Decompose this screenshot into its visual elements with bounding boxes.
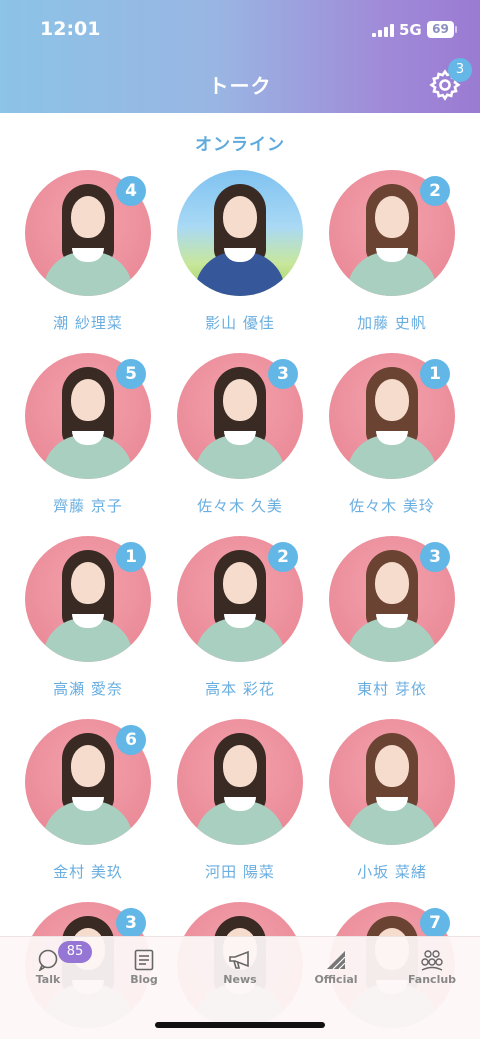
member-name: 高本 彩花 xyxy=(205,680,275,698)
member-item[interactable]: 1 佐々木 美玲 xyxy=(329,353,455,523)
unread-badge: 7 xyxy=(420,908,450,938)
avatar-face xyxy=(71,379,105,421)
tab-blog[interactable]: Blog xyxy=(96,937,192,1007)
status-bar: 12:01 5G 69 xyxy=(0,0,480,60)
talk-unread-badge: 85 xyxy=(58,941,92,963)
member-avatar[interactable] xyxy=(177,719,303,845)
tab-talk-label: Talk xyxy=(35,973,61,986)
battery-tip xyxy=(455,26,457,33)
tab-official[interactable]: Official xyxy=(288,937,384,1007)
avatar-face xyxy=(223,196,257,238)
avatar-face xyxy=(71,196,105,238)
tab-news[interactable]: News xyxy=(192,937,288,1007)
avatar-face xyxy=(223,562,257,604)
unread-badge: 1 xyxy=(116,542,146,572)
member-name: 東村 芽依 xyxy=(357,680,427,698)
avatar-face xyxy=(223,379,257,421)
network-type: 5G xyxy=(399,21,422,39)
settings-badge: 3 xyxy=(448,58,472,82)
member-item[interactable]: 2 高本 彩花 xyxy=(177,536,303,706)
megaphone-icon xyxy=(229,950,249,969)
member-item[interactable]: 河田 陽菜 xyxy=(177,719,303,889)
tab-news-label: News xyxy=(223,973,257,986)
member-name: 金村 美玖 xyxy=(53,863,123,881)
unread-badge: 1 xyxy=(420,359,450,389)
section-title-online: オンライン xyxy=(195,135,285,155)
unread-badge: 5 xyxy=(116,359,146,389)
member-item[interactable]: 3 東村 芽依 xyxy=(329,536,455,706)
member-name: 加藤 史帆 xyxy=(357,314,427,332)
member-item[interactable]: 6 金村 美玖 xyxy=(25,719,151,889)
member-name: 佐々木 久美 xyxy=(197,497,283,515)
member-name: 河田 陽菜 xyxy=(205,863,275,881)
tab-fanclub[interactable]: Fanclub xyxy=(384,937,480,1007)
member-name: 齊藤 京子 xyxy=(53,497,123,515)
home-indicator xyxy=(155,1022,325,1028)
member-name: 潮 紗理菜 xyxy=(53,314,123,332)
battery-icon: 69 xyxy=(427,21,454,38)
app-header: 12:01 5G 69 トーク 3 xyxy=(0,0,480,113)
tab-official-label: Official xyxy=(314,973,358,986)
avatar-face xyxy=(375,196,409,238)
member-name: 影山 優佳 xyxy=(205,314,275,332)
tab-blog-label: Blog xyxy=(130,973,158,986)
unread-badge: 2 xyxy=(268,542,298,572)
member-avatar[interactable] xyxy=(329,719,455,845)
signal-icon xyxy=(372,23,394,37)
unread-badge: 4 xyxy=(116,176,146,206)
status-time: 12:01 xyxy=(40,18,101,40)
chat-bubble-icon xyxy=(38,949,58,971)
page-title: トーク xyxy=(208,74,272,98)
avatar-face xyxy=(71,745,105,787)
member-item[interactable]: 5 齊藤 京子 xyxy=(25,353,151,523)
avatar-face xyxy=(223,745,257,787)
blog-document-icon xyxy=(134,949,154,971)
avatar-face xyxy=(375,379,409,421)
member-item[interactable]: 1 高瀬 愛奈 xyxy=(25,536,151,706)
avatar-face xyxy=(375,745,409,787)
member-item[interactable]: 小坂 菜緒 xyxy=(329,719,455,889)
avatar-face xyxy=(375,562,409,604)
member-name: 小坂 菜緒 xyxy=(357,863,427,881)
member-item[interactable]: 3 佐々木 久美 xyxy=(177,353,303,523)
unread-badge: 6 xyxy=(116,725,146,755)
member-name: 佐々木 美玲 xyxy=(349,497,435,515)
official-logo-icon xyxy=(327,951,346,970)
unread-badge: 3 xyxy=(420,542,450,572)
member-item[interactable]: 4 潮 紗理菜 xyxy=(25,170,151,340)
tab-fanclub-label: Fanclub xyxy=(407,973,457,986)
unread-badge: 3 xyxy=(268,359,298,389)
avatar-face xyxy=(71,562,105,604)
member-item[interactable]: 2 加藤 史帆 xyxy=(329,170,455,340)
unread-badge: 3 xyxy=(116,908,146,938)
member-item[interactable]: 影山 優佳 xyxy=(177,170,303,340)
member-avatar[interactable] xyxy=(177,170,303,296)
unread-badge: 2 xyxy=(420,176,450,206)
fanclub-people-icon xyxy=(421,950,443,971)
tab-talk[interactable]: Talk 85 xyxy=(0,937,96,1007)
member-name: 高瀬 愛奈 xyxy=(53,680,123,698)
